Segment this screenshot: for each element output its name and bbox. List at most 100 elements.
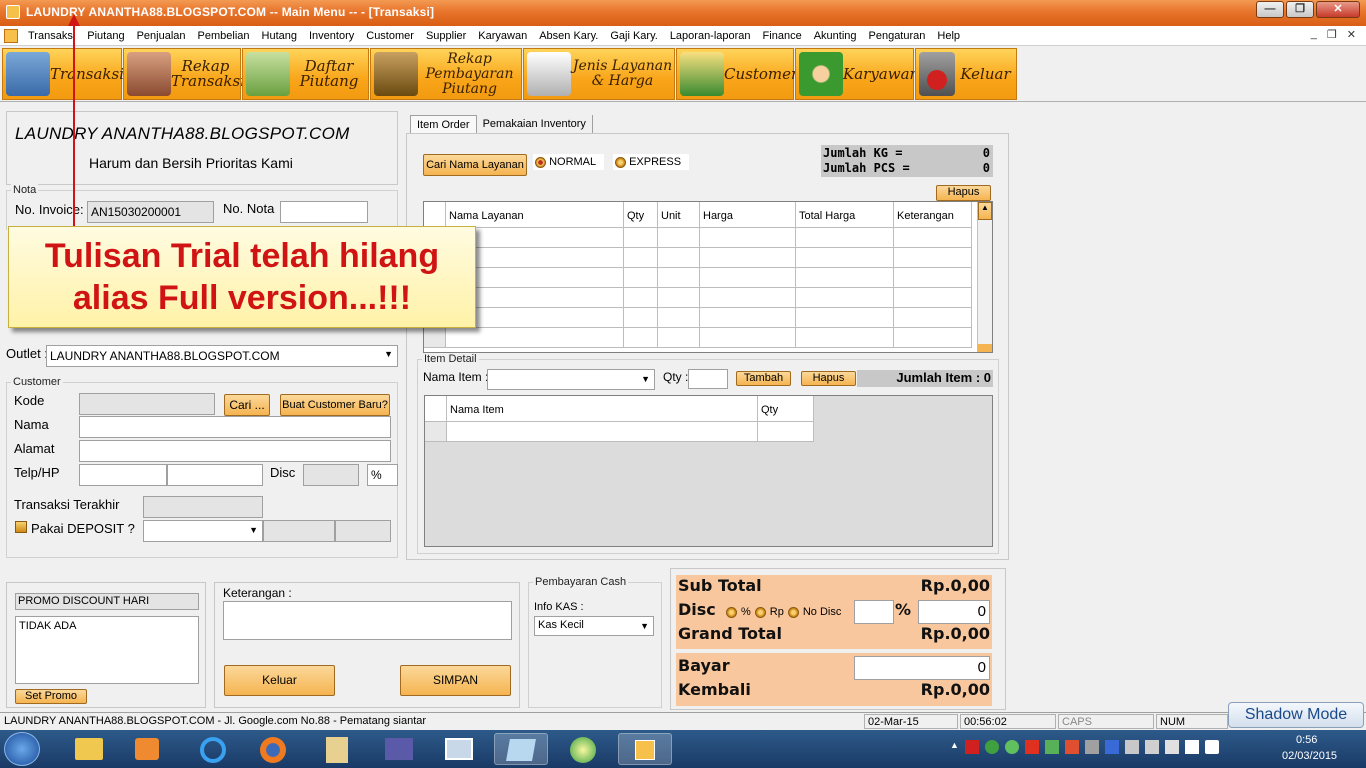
disc-pct-field[interactable] xyxy=(854,600,894,624)
table-cell[interactable] xyxy=(624,228,658,248)
menu-absen[interactable]: Absen Kary. xyxy=(533,30,604,42)
row-header[interactable] xyxy=(424,328,446,348)
nama-field[interactable] xyxy=(79,416,391,438)
table-cell[interactable] xyxy=(658,288,700,308)
table-cell[interactable] xyxy=(894,268,972,288)
toolbar-rekap-transaksi-button[interactable]: Rekap Transaksi xyxy=(123,48,245,100)
disc-none-radio[interactable] xyxy=(787,606,799,618)
deposit-select[interactable]: ▼ xyxy=(143,520,263,542)
order-grid[interactable]: Nama Layanan Qty Unit Harga Total Harga … xyxy=(423,201,993,353)
table-cell[interactable] xyxy=(894,248,972,268)
table-cell[interactable] xyxy=(658,308,700,328)
tray-power-icon[interactable] xyxy=(1164,740,1179,754)
menu-hutang[interactable]: Hutang xyxy=(256,30,303,42)
table-cell[interactable] xyxy=(658,268,700,288)
disc-pct-radio[interactable] xyxy=(726,606,737,618)
table-cell[interactable] xyxy=(624,248,658,268)
table-cell[interactable] xyxy=(894,288,972,308)
table-cell[interactable] xyxy=(658,328,700,348)
tray-display-icon[interactable] xyxy=(1124,740,1139,754)
minimize-button[interactable]: — xyxy=(1256,1,1284,18)
kas-select[interactable]: Kas Kecil ▼ xyxy=(534,616,654,636)
table-row[interactable] xyxy=(447,422,758,442)
menu-pengaturan[interactable]: Pengaturan xyxy=(863,30,932,42)
tray-update-icon[interactable] xyxy=(1004,740,1019,754)
keterangan-field[interactable] xyxy=(223,601,512,640)
table-cell[interactable] xyxy=(700,268,796,288)
shadow-mode-button[interactable]: Shadow Mode xyxy=(1228,702,1364,728)
keluar-button[interactable]: Keluar xyxy=(224,665,335,696)
table-cell[interactable] xyxy=(700,248,796,268)
toolbar-customer-button[interactable]: Customer xyxy=(676,48,798,100)
invoice-field[interactable]: AN15030200001 xyxy=(87,201,214,223)
menu-gaji[interactable]: Gaji Kary. xyxy=(604,30,663,42)
menu-laporan[interactable]: Laporan-laporan xyxy=(664,30,757,42)
toolbar-daftar-piutang-button[interactable]: Daftar Piutang xyxy=(242,48,369,100)
tray-sync-icon[interactable] xyxy=(984,740,999,754)
order-scrollbar[interactable]: ▲ xyxy=(977,202,992,352)
maximize-button[interactable]: ❐ xyxy=(1286,1,1314,18)
table-cell[interactable] xyxy=(894,308,972,328)
table-cell[interactable] xyxy=(796,228,894,248)
tray-expand-icon[interactable]: ▲ xyxy=(950,740,959,758)
bayar-field[interactable]: 0 xyxy=(854,656,990,680)
mdi-restore-button[interactable]: ❐ xyxy=(1327,28,1337,41)
clock-time[interactable]: 0:56 xyxy=(1296,734,1317,746)
table-cell[interactable] xyxy=(624,288,658,308)
clock-date[interactable]: 02/03/2015 xyxy=(1282,750,1337,762)
app-icon[interactable] xyxy=(6,5,20,19)
qty-field[interactable] xyxy=(688,369,728,389)
close-button[interactable]: ✕ xyxy=(1316,1,1360,18)
tab-pemakaian-inventory[interactable]: Pemakaian Inventory xyxy=(477,115,593,134)
tray-chart-icon[interactable] xyxy=(1044,740,1059,754)
explorer-taskbar-icon[interactable] xyxy=(62,733,116,765)
simpan-button[interactable]: SIMPAN xyxy=(400,665,511,696)
menu-piutang[interactable]: Piutang xyxy=(81,30,130,42)
item-grid[interactable]: Nama Item Qty xyxy=(424,395,993,547)
menu-inventory[interactable]: Inventory xyxy=(303,30,360,42)
table-cell[interactable] xyxy=(658,248,700,268)
table-cell[interactable] xyxy=(894,228,972,248)
tray-shield-icon[interactable] xyxy=(1064,740,1079,754)
express-radio[interactable]: EXPRESS xyxy=(613,154,690,170)
table-cell[interactable] xyxy=(796,308,894,328)
firefox-taskbar-icon[interactable] xyxy=(246,733,300,765)
laundry-taskbar-icon[interactable] xyxy=(618,733,672,765)
start-button[interactable] xyxy=(4,732,40,766)
tray-app-icon[interactable] xyxy=(964,740,979,754)
table-cell[interactable] xyxy=(796,288,894,308)
table-cell[interactable] xyxy=(624,308,658,328)
outlet-select[interactable]: LAUNDRY ANANTHA88.BLOGSPOT.COM ▼ xyxy=(46,345,398,367)
nota-field[interactable] xyxy=(280,201,368,223)
menu-supplier[interactable]: Supplier xyxy=(420,30,472,42)
table-cell[interactable] xyxy=(658,228,700,248)
notepad-taskbar-icon[interactable] xyxy=(310,733,364,765)
telp-field[interactable] xyxy=(79,464,167,486)
table-cell[interactable] xyxy=(700,308,796,328)
disc-amount-field[interactable]: 0 xyxy=(918,600,990,624)
menu-penjualan[interactable]: Penjualan xyxy=(131,30,192,42)
mdi-close-button[interactable]: ✕ xyxy=(1347,28,1356,41)
hapus-item-button[interactable]: Hapus xyxy=(801,371,856,386)
tray-s-icon[interactable] xyxy=(1204,740,1219,754)
tambah-button[interactable]: Tambah xyxy=(736,371,791,386)
toolbar-karyawan-button[interactable]: Karyawan xyxy=(795,48,919,100)
table-cell[interactable] xyxy=(700,288,796,308)
tray-flag-icon[interactable] xyxy=(1144,740,1159,754)
toolbar-jenis-layanan-button[interactable]: Jenis Layanan & Harga xyxy=(523,48,675,100)
toolbar-rekap-pembayaran-button[interactable]: Rekap Pembayaran Piutang xyxy=(370,48,522,100)
kode-field[interactable] xyxy=(79,393,215,415)
nama-item-select[interactable]: ▼ xyxy=(487,369,655,390)
mdi-minimize-button[interactable]: _ xyxy=(1311,28,1317,41)
table-cell[interactable] xyxy=(624,268,658,288)
table-cell[interactable] xyxy=(796,268,894,288)
volume-icon[interactable] xyxy=(1184,740,1199,754)
menu-finance[interactable]: Finance xyxy=(757,30,808,42)
menu-customer[interactable]: Customer xyxy=(360,30,420,42)
menu-pembelian[interactable]: Pembelian xyxy=(192,30,256,42)
app-taskbar-icon[interactable] xyxy=(494,733,548,765)
toolbar-keluar-button[interactable]: Keluar xyxy=(915,48,1017,100)
menu-akunting[interactable]: Akunting xyxy=(808,30,863,42)
cari-layanan-button[interactable]: Cari Nama Layanan xyxy=(423,154,527,176)
scroll-up-icon[interactable]: ▲ xyxy=(978,202,992,220)
